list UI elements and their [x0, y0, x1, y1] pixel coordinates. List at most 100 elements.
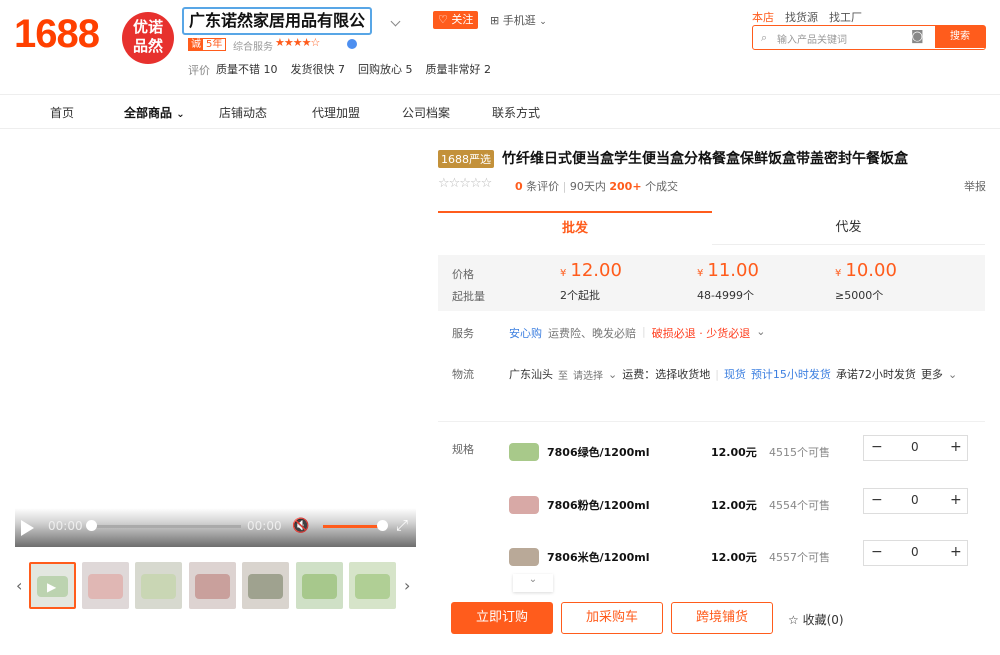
price-label: 价格 — [452, 268, 474, 281]
search-scope-tabs: 本店 找货源 找工厂 — [752, 9, 862, 25]
destination-select[interactable]: 请选择 — [573, 367, 603, 382]
shop-name[interactable]: 广东诺然家居用品有限公 — [182, 7, 373, 35]
plus-icon[interactable]: + — [950, 544, 962, 560]
thumbnail[interactable] — [242, 562, 289, 609]
search-icon: ⌕ — [761, 31, 768, 44]
scope-tab-source[interactable]: 找货源 — [785, 9, 818, 25]
more-logistics-link[interactable]: 更多 — [921, 366, 943, 382]
spec-stock: 4557个可售 — [769, 551, 830, 564]
next-arrow-icon[interactable]: › — [404, 576, 410, 595]
shop-logo-text-1: 优诺 — [132, 18, 163, 36]
moq-label: 起批量 — [452, 290, 485, 303]
follow-button[interactable]: ♡ 关注 — [433, 11, 479, 29]
eval-tag[interactable]: 回购放心 5 — [358, 61, 413, 77]
video-progress-track[interactable] — [91, 525, 241, 528]
thumbnail[interactable]: ▶ — [29, 562, 76, 609]
spec-thumbnail[interactable] — [509, 443, 539, 461]
minus-icon[interactable]: − — [871, 544, 883, 560]
spec-thumbnail[interactable] — [509, 496, 539, 514]
service-score-label: 综合服务 — [233, 42, 273, 53]
logistics-label: 物流 — [452, 368, 474, 381]
thumbnail[interactable] — [189, 562, 236, 609]
nav-item-contact[interactable]: 联系方式 — [492, 104, 540, 121]
nav-item-news[interactable]: 店铺动态 — [219, 104, 267, 121]
currency-symbol: ¥ — [560, 268, 567, 279]
favorite-label: 收藏(0) — [802, 613, 844, 627]
service-row: 安心购 运费险、晚发必赔 | 破损必退 · 少货必退 ⌄ — [509, 325, 766, 341]
buy-now-button[interactable]: 立即订购 — [451, 602, 553, 634]
product-video[interactable] — [15, 130, 416, 547]
review-count[interactable]: 0 — [515, 180, 523, 193]
service-stars: ★★★★☆ — [275, 36, 320, 49]
divider — [438, 421, 985, 422]
tier-price-value: 11.00 — [707, 260, 759, 281]
spec-row: 7806绿色/1200ml 12.00元 4515个可售 − 0 + — [509, 435, 979, 471]
tab-dropship[interactable]: 代发 — [712, 211, 985, 245]
search-bar: ⌕ 输入产品关键词 ◙ 搜索 — [752, 25, 986, 50]
guarantee-items[interactable]: 破损必退 · 少货必退 — [652, 325, 751, 341]
tier-price: ¥10.00 — [835, 260, 897, 281]
nav-item-label: 全部商品 — [124, 106, 173, 120]
scope-tab-factory[interactable]: 找工厂 — [829, 9, 862, 25]
chevron-down-icon[interactable]: ⌄ — [756, 325, 765, 341]
chevron-down-icon[interactable]: ⌄ — [608, 368, 617, 381]
eval-tag[interactable]: 质量不错 10 — [216, 61, 278, 77]
thumbnail[interactable] — [135, 562, 182, 609]
shop-menu-chevron-icon[interactable] — [390, 14, 401, 28]
eval-label: 评价 — [188, 64, 210, 77]
search-button[interactable]: 搜索 — [935, 26, 985, 48]
star-icon: ☆ — [788, 613, 799, 627]
quantity-input[interactable]: 0 — [911, 493, 919, 507]
nav-item-company[interactable]: 公司档案 — [402, 104, 450, 121]
tab-wholesale[interactable]: 批发 — [438, 211, 712, 245]
quantity-input[interactable]: 0 — [911, 545, 919, 559]
badge-prefix: 诚 — [189, 39, 203, 50]
cross-border-button[interactable]: 跨境铺货 — [671, 602, 773, 634]
to-label: 至 — [558, 370, 568, 382]
spec-name: 7806米色/1200ml — [547, 551, 650, 564]
plus-icon[interactable]: + — [950, 439, 962, 455]
favorite-button[interactable]: ☆ 收藏(0) — [788, 611, 844, 628]
camera-icon[interactable]: ◙ — [911, 29, 924, 44]
shop-nav: 首页 全部商品 ⌄ 店铺动态 代理加盟 公司档案 联系方式 — [0, 94, 1000, 129]
fullscreen-icon[interactable]: ⤢ — [396, 516, 408, 534]
info-dot-icon[interactable] — [347, 39, 357, 49]
thumbnail[interactable] — [82, 562, 129, 609]
review-sales-summary: 0 条评价 | 90天内 200+ 个成交 — [515, 180, 679, 193]
trust-badge[interactable]: 安心购 — [509, 325, 542, 341]
site-logo[interactable]: 1688 — [14, 12, 100, 57]
price-tiers: 价格 起批量 ¥12.00 2个起批 ¥11.00 48-4999个 ¥10.0… — [438, 255, 985, 311]
eval-tags: 质量不错 10 发货很快 7 回购放心 5 质量非常好 2 — [216, 61, 491, 77]
video-progress-handle[interactable] — [86, 520, 97, 531]
nav-item-all-products[interactable]: 全部商品 ⌄ — [124, 104, 185, 121]
scope-tab-store[interactable]: 本店 — [752, 9, 774, 25]
membership-badge: 诚 5年 — [188, 38, 227, 51]
mute-icon[interactable]: 🔇 — [292, 518, 309, 534]
ship-estimate: 预计15小时发货 — [750, 368, 831, 381]
volume-handle[interactable] — [377, 520, 388, 531]
nav-item-agency[interactable]: 代理加盟 — [312, 104, 360, 121]
chevron-down-icon[interactable]: ⌄ — [948, 368, 957, 381]
add-to-cart-button[interactable]: 加采购车 — [561, 602, 663, 634]
plus-icon[interactable]: + — [950, 492, 962, 508]
minus-icon[interactable]: − — [871, 492, 883, 508]
eval-tag[interactable]: 发货很快 7 — [291, 61, 346, 77]
play-icon[interactable] — [21, 520, 34, 536]
thumbnail-strip: ‹ ▶ › — [15, 562, 416, 610]
report-link[interactable]: 举报 — [964, 178, 986, 194]
volume-slider[interactable] — [323, 525, 383, 528]
currency-symbol: ¥ — [835, 268, 842, 279]
thumbnail[interactable] — [349, 562, 396, 609]
prev-arrow-icon[interactable]: ‹ — [16, 576, 22, 595]
spec-row: 7806米色/1200ml 12.00元 4557个可售 − 0 + — [509, 540, 979, 576]
nav-item-home[interactable]: 首页 — [50, 104, 74, 121]
mobile-browse-link[interactable]: ⊞ 手机逛 ⌄ — [490, 12, 547, 28]
search-input[interactable]: 输入产品关键词 — [777, 31, 847, 46]
expand-specs-chevron-icon[interactable]: ⌄ — [513, 574, 553, 592]
minus-icon[interactable]: − — [871, 439, 883, 455]
spec-thumbnail[interactable] — [509, 548, 539, 566]
eval-tag[interactable]: 质量非常好 2 — [426, 61, 492, 77]
quantity-input[interactable]: 0 — [911, 440, 919, 454]
spec-price: 12.00元 — [711, 499, 757, 512]
thumbnail[interactable] — [296, 562, 343, 609]
